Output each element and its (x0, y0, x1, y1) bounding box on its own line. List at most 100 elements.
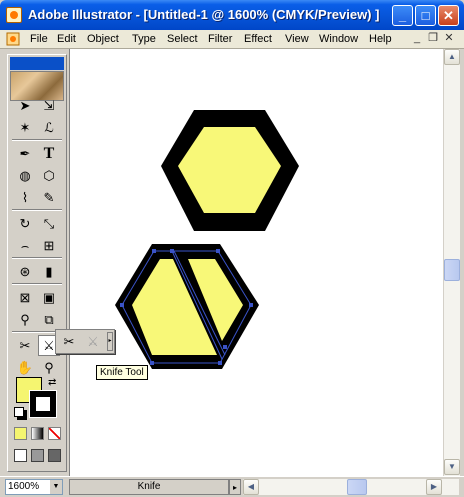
default-colors-icon[interactable] (14, 407, 24, 417)
document-minimize-button[interactable]: _ (410, 32, 424, 46)
ellipse-tool-icon: ◍ (19, 167, 31, 183)
type-tool-icon: T (43, 144, 55, 162)
lasso-tool-icon: ℒ (44, 119, 54, 135)
menu-help[interactable]: Help (369, 33, 392, 45)
ellipse-tool[interactable]: ◍ (14, 165, 36, 186)
polygon-tool-icon: ⬡ (43, 167, 55, 183)
toolbox-title-bar[interactable] (10, 57, 64, 70)
swap-fill-stroke-icon[interactable]: ⇄ (48, 377, 56, 388)
close-button[interactable]: ✕ (438, 5, 459, 26)
stroke-swatch[interactable] (29, 390, 57, 418)
column-graph-tool[interactable]: ▮ (38, 261, 60, 282)
symbol-sprayer-tool-icon: ⊛ (19, 263, 31, 279)
zoom-dropdown-arrow-icon[interactable]: ▼ (50, 480, 62, 494)
maximize-button[interactable]: □ (415, 5, 436, 26)
zoom-level-field[interactable]: 1600% ▼ (5, 479, 63, 495)
symbol-sprayer-tool[interactable]: ⊛ (14, 261, 36, 282)
menu-file[interactable]: File (30, 33, 48, 45)
vertical-scrollbar[interactable]: ▲ ▼ (443, 49, 460, 476)
toolbox-separator (12, 257, 62, 259)
selection-tool-icon: ➤ (19, 97, 31, 113)
document-restore-button[interactable]: ❐ (426, 32, 440, 46)
zoom-tool-icon: ⚲ (44, 359, 54, 375)
lasso-tool[interactable]: ℒ (38, 117, 60, 138)
warp-tool[interactable]: ⌢ (14, 235, 36, 256)
scroll-left-button[interactable]: ◀ (243, 479, 259, 495)
polygon-tool[interactable]: ⬡ (38, 165, 60, 186)
warp-tool-icon: ⌢ (20, 237, 30, 253)
menu-type[interactable]: Type (132, 33, 156, 45)
scroll-right-button[interactable]: ▶ (426, 479, 442, 495)
status-current-tool: Knife (69, 479, 229, 495)
direct-selection-tool-icon: ⇲ (43, 97, 55, 113)
magic-wand-tool[interactable]: ✶ (14, 117, 36, 138)
scissors-icon: ✂ (63, 333, 75, 349)
full-screen-mode-button[interactable] (48, 449, 61, 462)
full-screen-menu-mode-button[interactable] (31, 449, 44, 462)
knife-icon: ⚔ (87, 333, 99, 349)
document-icon[interactable] (6, 32, 20, 46)
pen-tool[interactable]: ✒ (14, 143, 36, 164)
gradient-tool[interactable]: ▣ (38, 287, 60, 308)
rotate-tool[interactable]: ↻ (14, 213, 36, 234)
menu-object[interactable]: Object (87, 33, 119, 45)
scroll-down-button[interactable]: ▼ (444, 459, 460, 475)
blend-tool-icon: ⧉ (44, 311, 54, 327)
status-bar: 1600% ▼ Knife ▸ ◀ ▶ (0, 476, 464, 497)
direct-selection-tool[interactable]: ⇲ (38, 95, 60, 116)
color-mode-button[interactable] (14, 427, 27, 440)
title-bar: Adobe Illustrator - [Untitled-1 @ 1600% … (0, 0, 464, 30)
document-close-button[interactable]: ✕ (442, 32, 456, 46)
scissors-slice-tool-icon: ✂ (19, 337, 31, 353)
zoom-level-value: 1600% (8, 481, 40, 492)
scissors-tool[interactable]: ✂ (58, 331, 80, 352)
hand-tool-icon: ✋ (16, 359, 34, 375)
window-resize-grip[interactable] (445, 480, 459, 494)
free-transform-tool-icon: ⊞ (43, 237, 55, 253)
type-tool[interactable]: T (38, 143, 60, 164)
menu-bar: File Edit Object Type Select Filter Effe… (0, 30, 464, 49)
paintbrush-tool[interactable]: ⌇ (14, 187, 36, 208)
horizontal-scroll-thumb[interactable] (347, 479, 367, 495)
menu-effect[interactable]: Effect (244, 33, 272, 45)
toolbox-separator (12, 283, 62, 285)
scroll-up-button[interactable]: ▲ (444, 49, 460, 65)
mesh-tool[interactable]: ⊠ (14, 287, 36, 308)
blend-tool[interactable]: ⧉ (38, 309, 60, 330)
free-transform-tool[interactable]: ⊞ (38, 235, 60, 256)
magic-wand-tool-icon: ✶ (19, 119, 31, 135)
column-graph-tool-icon: ▮ (45, 263, 53, 279)
slice-tool[interactable]: ✂ (14, 335, 36, 356)
vertical-scroll-thumb[interactable] (444, 259, 460, 281)
menu-window[interactable]: Window (319, 33, 358, 45)
minimize-button[interactable]: _ (392, 5, 413, 26)
menu-select[interactable]: Select (167, 33, 198, 45)
menu-view[interactable]: View (285, 33, 309, 45)
pencil-tool-icon: ✎ (43, 189, 55, 205)
menu-edit[interactable]: Edit (57, 33, 76, 45)
menu-filter[interactable]: Filter (208, 33, 232, 45)
pencil-tool[interactable]: ✎ (38, 187, 60, 208)
hand-tool[interactable]: ✋ (14, 357, 36, 378)
pen-tool-icon: ✒ (19, 145, 31, 161)
knife-tool-option[interactable]: ⚔ (82, 331, 104, 352)
flyout-tearoff-icon[interactable]: ▸ (107, 332, 113, 351)
artboard-canvas[interactable] (69, 49, 443, 476)
gradient-tool-icon: ▣ (42, 289, 56, 305)
zoom-tool[interactable]: ⚲ (38, 357, 60, 378)
standard-screen-mode-button[interactable] (14, 449, 27, 462)
eyedropper-tool[interactable]: ⚲ (14, 309, 36, 330)
scale-tool[interactable]: ⤡ (38, 213, 60, 234)
paintbrush-tool-icon: ⌇ (21, 189, 29, 205)
eyedropper-tool-icon: ⚲ (20, 311, 30, 327)
none-mode-button[interactable] (48, 427, 61, 440)
status-menu-arrow-icon[interactable]: ▸ (229, 479, 241, 495)
gradient-mode-button[interactable] (31, 427, 44, 440)
toolbox-separator (12, 209, 62, 211)
knife-tool-flyout: ✂ ⚔ ▸ (55, 329, 115, 354)
rotate-tool-icon: ↻ (19, 215, 31, 231)
artwork (115, 110, 299, 369)
selection-tool[interactable]: ➤ (14, 95, 36, 116)
toolbox-separator (12, 139, 62, 141)
horizontal-scrollbar[interactable]: ◀ ▶ (243, 479, 459, 495)
